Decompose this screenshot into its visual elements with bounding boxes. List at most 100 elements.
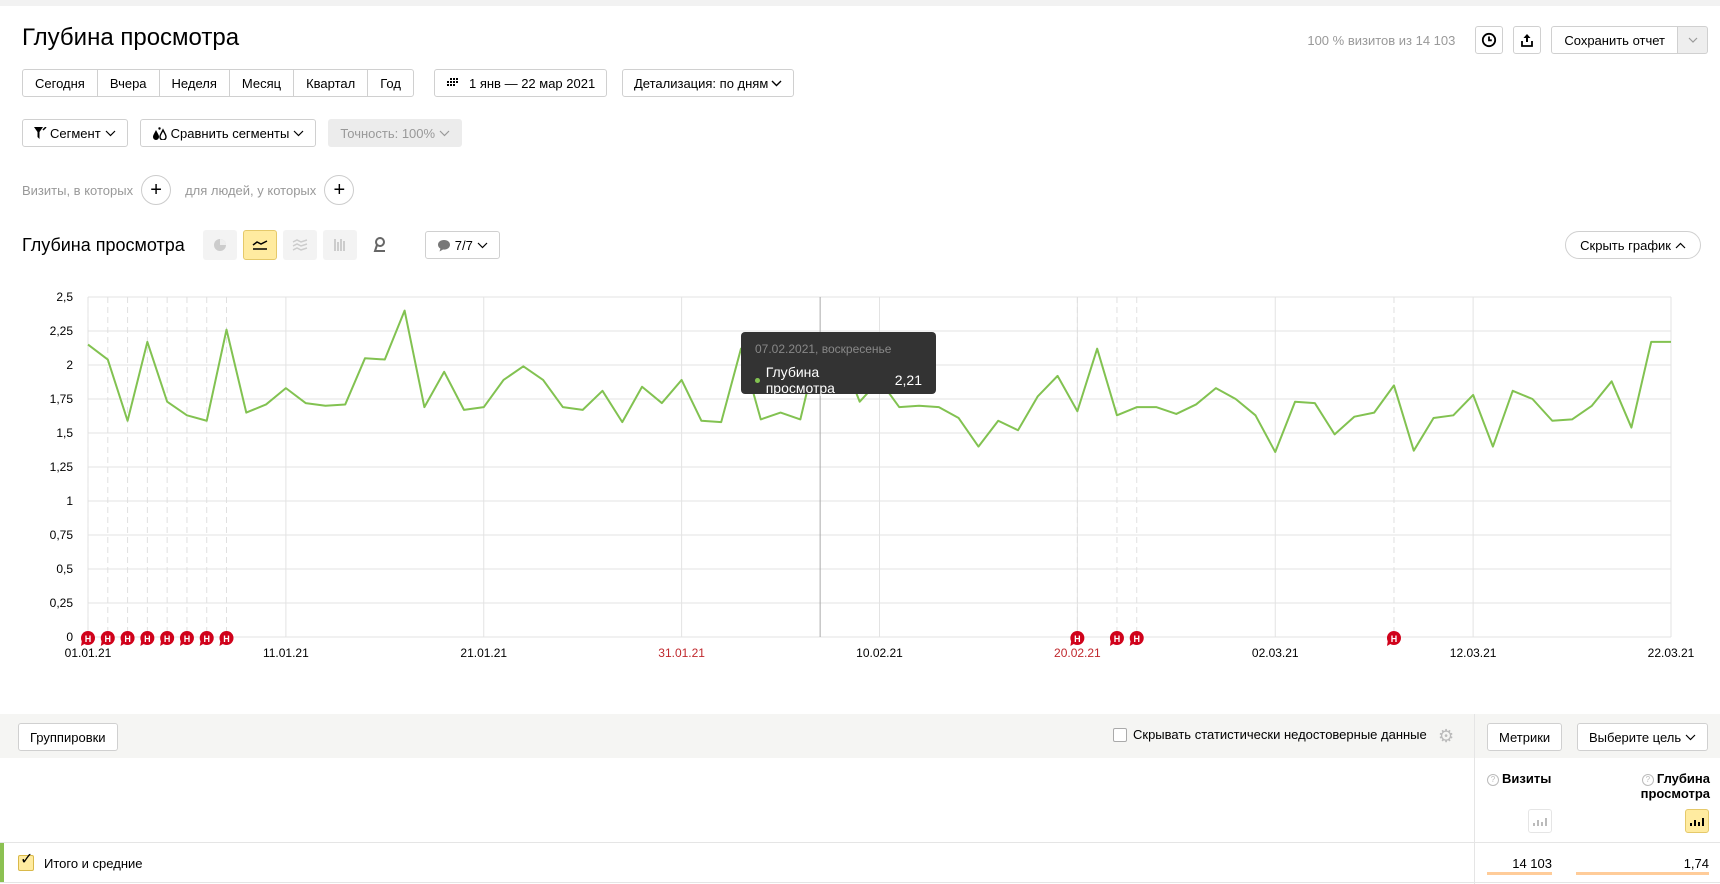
data-point[interactable] <box>1155 405 1159 409</box>
data-point[interactable] <box>719 420 723 424</box>
data-point[interactable] <box>1333 432 1337 436</box>
chart-type-line[interactable] <box>242 230 277 260</box>
data-point[interactable] <box>1491 445 1495 449</box>
column-header-visits[interactable]: ? Визиты <box>1487 771 1553 786</box>
metrics-button[interactable]: Метрики <box>1487 723 1563 751</box>
period-week[interactable]: Неделя <box>158 69 230 97</box>
detail-dropdown[interactable]: Детализация: по дням <box>622 69 795 97</box>
data-point[interactable] <box>1253 413 1257 417</box>
annotation-marker[interactable]: Н <box>100 631 115 646</box>
data-point[interactable] <box>442 370 446 374</box>
annotation-marker[interactable]: Н <box>1129 631 1144 646</box>
data-point[interactable] <box>106 358 110 362</box>
accuracy-dropdown[interactable]: Точность: 100% <box>328 119 463 147</box>
checkbox-box[interactable] <box>1113 727 1127 742</box>
data-point[interactable] <box>502 378 506 382</box>
data-point[interactable] <box>957 416 961 420</box>
data-point[interactable] <box>917 404 921 408</box>
data-point[interactable] <box>403 309 407 313</box>
data-point[interactable] <box>145 340 149 344</box>
data-point[interactable] <box>798 417 802 421</box>
data-point[interactable] <box>937 405 941 409</box>
data-point[interactable] <box>759 417 763 421</box>
compare-segments-dropdown[interactable]: Сравнить сегменты <box>139 119 317 147</box>
data-point[interactable] <box>620 420 624 424</box>
period-year[interactable]: Год <box>367 69 414 97</box>
gear-icon[interactable]: ⚙ <box>1438 726 1454 747</box>
data-point[interactable] <box>1016 428 1020 432</box>
help-icon[interactable]: ? <box>1487 774 1499 786</box>
data-point[interactable] <box>1056 374 1060 378</box>
data-point[interactable] <box>1649 340 1653 344</box>
data-point[interactable] <box>1352 415 1356 419</box>
data-point[interactable] <box>1293 400 1297 404</box>
save-report-dropdown[interactable] <box>1678 26 1708 54</box>
data-point[interactable] <box>1610 379 1614 383</box>
chart-toggle-visits[interactable] <box>1528 809 1552 833</box>
data-point[interactable] <box>383 358 387 362</box>
data-point[interactable] <box>462 408 466 412</box>
data-point[interactable] <box>1511 389 1515 393</box>
save-report-button[interactable]: Сохранить отчет <box>1551 26 1678 54</box>
data-point[interactable] <box>225 328 229 332</box>
data-point[interactable] <box>640 385 644 389</box>
data-point[interactable] <box>363 356 367 360</box>
annotation-marker[interactable]: Н <box>179 631 194 646</box>
data-point[interactable] <box>264 402 268 406</box>
data-point[interactable] <box>1174 412 1178 416</box>
data-point[interactable] <box>165 400 169 404</box>
help-icon[interactable]: ? <box>1641 774 1654 786</box>
data-point[interactable] <box>343 402 347 406</box>
chart-toggle-depth[interactable] <box>1685 809 1709 833</box>
add-visit-condition-button[interactable]: + <box>141 175 172 205</box>
chart-type-bar[interactable] <box>322 230 357 260</box>
period-month[interactable]: Месяц <box>228 69 295 97</box>
data-point[interactable] <box>126 419 130 423</box>
data-point[interactable] <box>600 389 604 393</box>
data-point[interactable] <box>1392 383 1396 387</box>
data-point[interactable] <box>1194 402 1198 406</box>
data-point[interactable] <box>1570 417 1574 421</box>
data-point[interactable] <box>1214 386 1218 390</box>
chart-type-area[interactable] <box>282 230 317 260</box>
history-button[interactable] <box>1475 26 1504 54</box>
data-point[interactable] <box>205 419 209 423</box>
data-point[interactable] <box>1451 413 1455 417</box>
annotation-marker[interactable]: Н <box>160 631 175 646</box>
data-point[interactable] <box>1313 401 1317 405</box>
annotation-marker[interactable]: Н <box>140 631 155 646</box>
annotation-marker[interactable]: Н <box>1386 631 1401 646</box>
data-point[interactable] <box>779 411 783 415</box>
data-point[interactable] <box>1629 426 1633 430</box>
data-point[interactable] <box>482 405 486 409</box>
data-point[interactable] <box>1530 397 1534 401</box>
column-header-depth[interactable]: ? Глубина просмотра <box>1600 771 1710 801</box>
date-range-button[interactable]: 1 янв — 22 мар 2021 <box>434 69 608 97</box>
annotation-marker[interactable]: Н <box>81 631 95 646</box>
add-people-condition-button[interactable]: + <box>324 175 355 205</box>
data-point[interactable] <box>323 404 327 408</box>
data-point[interactable] <box>1471 393 1475 397</box>
data-point[interactable] <box>581 408 585 412</box>
period-yesterday[interactable]: Вчера <box>96 69 160 97</box>
data-point[interactable] <box>521 364 525 368</box>
data-point[interactable] <box>660 401 664 405</box>
data-point[interactable] <box>1095 347 1099 351</box>
annotation-marker[interactable]: Н <box>120 631 135 646</box>
data-point[interactable] <box>561 405 565 409</box>
total-row-checkbox[interactable] <box>18 849 34 871</box>
notes-dropdown[interactable]: 7/7 <box>424 231 500 259</box>
data-point[interactable] <box>1669 340 1673 344</box>
data-point[interactable] <box>1115 413 1119 417</box>
data-point[interactable] <box>1273 450 1277 454</box>
hide-chart-button[interactable]: Скрыть график <box>1565 231 1701 259</box>
annotation-marker[interactable]: Н <box>219 631 234 646</box>
data-point[interactable] <box>1135 405 1139 409</box>
chart-type-map[interactable] <box>363 230 397 260</box>
data-point[interactable] <box>86 343 90 347</box>
data-point[interactable] <box>976 445 980 449</box>
data-point[interactable] <box>1036 394 1040 398</box>
data-point[interactable] <box>185 413 189 417</box>
data-point[interactable] <box>541 378 545 382</box>
data-point[interactable] <box>1432 416 1436 420</box>
